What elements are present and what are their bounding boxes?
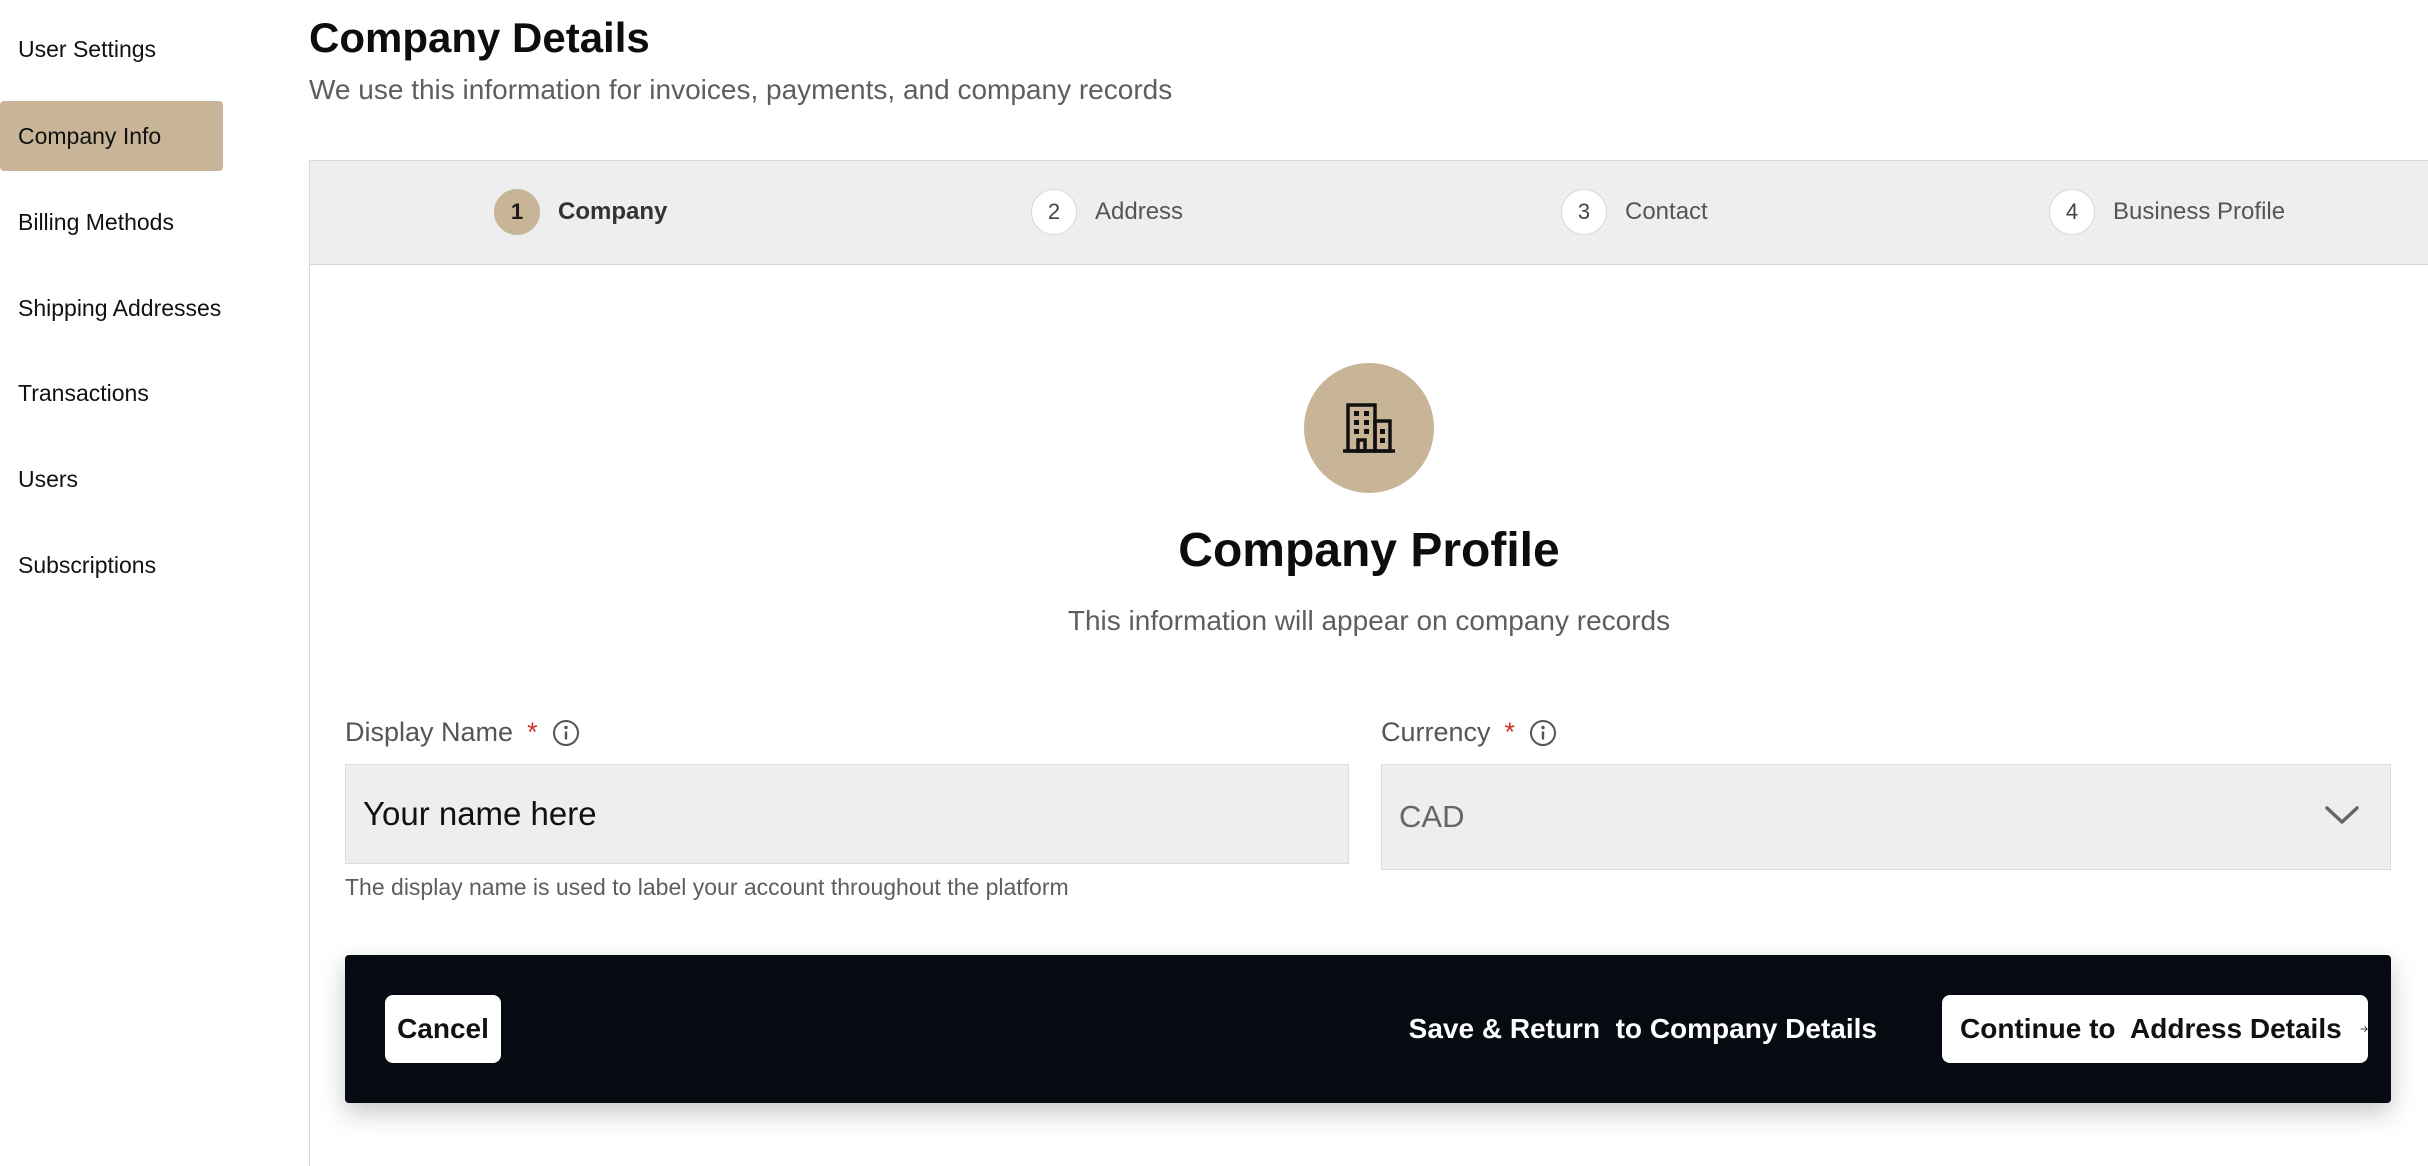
cancel-button[interactable]: Cancel — [385, 995, 501, 1063]
sidebar-item-label: Users — [18, 465, 79, 492]
display-name-value: Your name here — [363, 795, 597, 832]
step-label: Contact — [1625, 198, 1708, 225]
required-mark: * — [1504, 717, 1516, 747]
sidebar-item-transactions[interactable]: Transactions — [0, 358, 223, 428]
currency-label: Currency * — [1381, 717, 1557, 748]
step-contact[interactable]: 3 Contact — [1561, 189, 1708, 235]
step-number: 1 — [494, 189, 540, 235]
arrow-right-icon — [2360, 1026, 2368, 1032]
sidebar-item-label: Billing Methods — [18, 208, 174, 235]
sidebar-item-users[interactable]: Users — [0, 444, 223, 514]
sidebar-item-billing-methods[interactable]: Billing Methods — [0, 187, 223, 257]
step-company[interactable]: 1 Company — [494, 189, 667, 235]
continue-button[interactable]: Continue to Address Details — [1942, 995, 2368, 1063]
sidebar: User Settings Company Info Billing Metho… — [0, 0, 240, 1166]
page-subtitle: We use this information for invoices, pa… — [309, 74, 1173, 105]
sidebar-item-label: User Settings — [18, 35, 157, 62]
profile-subtitle: This information will appear on company … — [1067, 605, 1671, 636]
cancel-button-label: Cancel — [397, 1013, 489, 1044]
field-label-text: Currency — [1381, 717, 1491, 747]
stepper: 1 Company 2 Address 3 Contact 4 Business… — [310, 161, 2428, 265]
sidebar-item-company-info[interactable]: Company Info — [0, 101, 223, 171]
save-return-label: Save & Return to Company Details — [1408, 1013, 1877, 1044]
step-label: Company — [558, 198, 668, 225]
sidebar-item-label: Subscriptions — [18, 551, 157, 578]
step-label: Address — [1095, 198, 1184, 225]
page-title: Company Details — [309, 14, 650, 61]
step-business-profile[interactable]: 4 Business Profile — [2049, 189, 2285, 235]
info-icon[interactable] — [1529, 719, 1557, 747]
step-number: 3 — [1561, 189, 1607, 235]
building-icon — [1343, 403, 1395, 453]
action-bar: Cancel Save & Return to Company Details … — [345, 955, 2391, 1103]
field-label-text: Display Name — [345, 717, 514, 747]
profile-title: Company Profile — [1178, 524, 1560, 577]
sidebar-item-shipping-addresses[interactable]: Shipping Addresses — [0, 273, 223, 343]
step-number: 4 — [2049, 189, 2095, 235]
continue-button-label: Continue to Address Details — [1960, 1013, 2342, 1044]
step-label: Business Profile — [2113, 198, 2286, 225]
display-name-help: The display name is used to label your a… — [345, 874, 1069, 900]
company-avatar — [1304, 363, 1434, 493]
sidebar-item-subscriptions[interactable]: Subscriptions — [0, 530, 223, 600]
save-return-button[interactable]: Save & Return to Company Details — [1409, 995, 1877, 1063]
company-form-card: 1 Company 2 Address 3 Contact 4 Business… — [309, 160, 2428, 1166]
display-name-input[interactable]: Your name here — [345, 764, 1349, 864]
step-address[interactable]: 2 Address — [1031, 189, 1183, 235]
chevron-down-icon — [2325, 806, 2359, 824]
sidebar-item-label: Company Info — [18, 122, 162, 149]
info-icon[interactable] — [552, 719, 580, 747]
currency-select[interactable]: CAD — [1381, 764, 2391, 870]
sidebar-item-label: Shipping Addresses — [18, 294, 222, 321]
step-number: 2 — [1031, 189, 1077, 235]
required-mark: * — [527, 717, 538, 747]
currency-value: CAD — [1399, 799, 1465, 834]
sidebar-item-label: Transactions — [18, 379, 149, 406]
sidebar-item-user-settings[interactable]: User Settings — [0, 14, 223, 84]
display-name-label: Display Name * — [345, 717, 580, 748]
